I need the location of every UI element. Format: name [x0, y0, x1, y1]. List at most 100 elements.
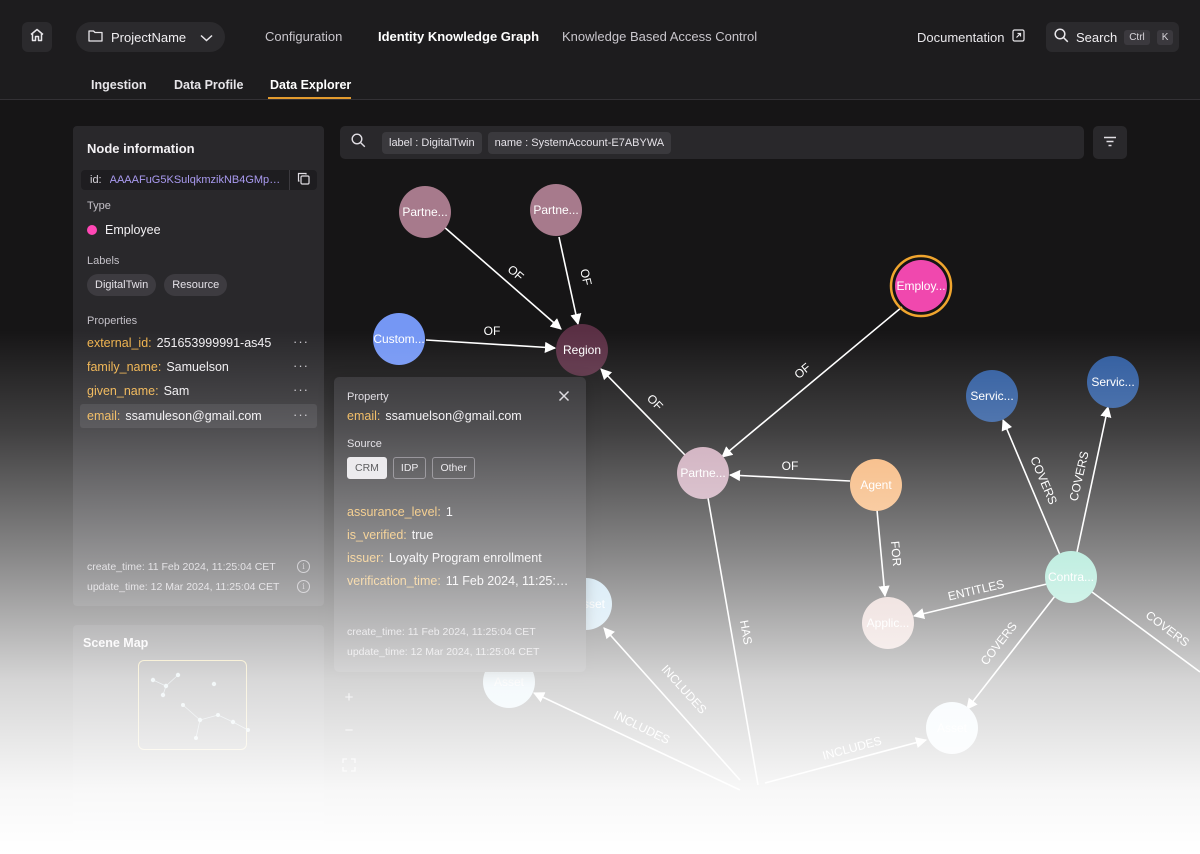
property-value: 1 [445, 505, 453, 519]
close-icon[interactable] [558, 389, 570, 405]
fit-view-button[interactable] [342, 758, 356, 777]
source-label: Source [347, 438, 382, 450]
source-property-row: assurance_level: 1 [347, 505, 575, 519]
property-row-family-name[interactable]: family_name: Samuelson ··· [80, 355, 317, 379]
source-chip-idp[interactable]: IDP [392, 457, 427, 479]
type-color-dot [87, 225, 97, 235]
svg-text:Contra...: Contra... [1048, 570, 1094, 584]
info-icon[interactable]: i [297, 580, 310, 593]
graph-node-customer[interactable]: Custom... [373, 313, 425, 365]
edge-label-includes: INCLUDES [821, 734, 883, 763]
graph-edge [876, 509, 890, 598]
filter-icon [1103, 134, 1117, 152]
edge-label-includes: INCLUDES [611, 708, 672, 747]
property-value: 251653999991-as45 [156, 336, 272, 350]
info-icon[interactable]: i [297, 560, 310, 573]
label-chip-resource[interactable]: Resource [164, 274, 228, 296]
node-id-field: id: AAAAFuG5KSulqkmzikNB4GMp4l... [81, 170, 317, 190]
graph-edge [442, 225, 562, 330]
node-type: Employee [87, 223, 161, 237]
labels-label: Labels [87, 255, 120, 267]
graph-node-application[interactable]: Applic... [862, 597, 914, 649]
search-icon [351, 132, 366, 153]
svg-text:Custom...: Custom... [373, 332, 424, 346]
popup-create-time: create_time: 11 Feb 2024, 11:25:04 CET [347, 626, 536, 638]
source-property-row: issuer: Loyalty Program enrollment [347, 551, 575, 565]
more-options-icon[interactable]: ··· [293, 407, 309, 422]
edge-label-of: OF [577, 267, 594, 286]
graph-node-region[interactable]: Region [556, 324, 608, 376]
graph-filter-bar[interactable]: label : DigitalTwin name : SystemAccount… [340, 126, 1084, 159]
property-key: external_id: [87, 336, 152, 350]
edge-label-includes: INCLUDES [658, 662, 709, 716]
more-options-icon[interactable]: ··· [293, 334, 309, 349]
edge-label-covers: COVERS [1067, 450, 1092, 503]
filter-options-button[interactable] [1093, 126, 1127, 159]
graph-node-partner[interactable]: Partne... [677, 447, 729, 499]
graph-node-partner[interactable]: Partne... [399, 186, 451, 238]
node-information-panel: Node information id: AAAAFuG5KSulqkmzikN… [73, 126, 324, 606]
more-options-icon[interactable]: ··· [293, 382, 309, 397]
property-key: given_name: [87, 384, 159, 398]
property-key: is_verified: [347, 528, 407, 542]
filter-tag-label[interactable]: label : DigitalTwin [382, 131, 482, 154]
more-options-icon[interactable]: ··· [293, 358, 309, 373]
zoom-out-button[interactable]: − [340, 722, 358, 739]
svg-text:Partne...: Partne... [680, 466, 725, 480]
svg-text:Partne...: Partne... [533, 203, 578, 217]
graph-edge [532, 692, 741, 791]
property-value: Samuelson [166, 360, 229, 374]
popup-title: Property [347, 391, 389, 403]
popup-update-time: update_time: 12 Mar 2024, 11:25:04 CET [347, 646, 540, 658]
graph-edge [425, 339, 557, 353]
edge-label-covers: COVERS [978, 619, 1020, 668]
graph-node-employee-selected[interactable]: Employ... [889, 254, 953, 318]
source-property-row: verification_time: 11 Feb 2024, 11:25:04.… [347, 574, 575, 588]
scene-map-minimap [150, 672, 250, 740]
edge-label-of: OF [792, 360, 814, 381]
label-chip-digitaltwin[interactable]: DigitalTwin [87, 274, 157, 296]
scene-map-panel: Scene Map [73, 625, 324, 845]
property-key: family_name: [87, 360, 162, 374]
edge-label-covers: COVERS [1027, 454, 1060, 506]
graph-node-agent[interactable]: Agent [850, 459, 902, 511]
edge-label-of: OF [505, 262, 527, 284]
graph-edge [600, 368, 686, 456]
graph-node-service[interactable]: Servic... [966, 370, 1018, 422]
graph-node-asset[interactable]: Asset [926, 702, 978, 754]
property-row-external-id[interactable]: external_id: 251653999991-as45 ··· [80, 331, 317, 355]
property-row-given-name[interactable]: given_name: Sam ··· [80, 379, 317, 403]
node-labels: DigitalTwin Resource [87, 274, 228, 296]
svg-text:Servic...: Servic... [970, 389, 1013, 403]
graph-node-contract[interactable]: Contra... [1045, 551, 1097, 603]
graph-edge [966, 595, 1056, 710]
source-chip-crm[interactable]: CRM [347, 457, 387, 479]
edge-label-has: HAS [737, 619, 755, 646]
property-value: 11 Feb 2024, 11:25:04... [445, 574, 575, 588]
graph-edge [558, 236, 582, 326]
source-chip-other[interactable]: Other [432, 457, 475, 479]
graph-edge [728, 469, 851, 482]
filter-tag-name[interactable]: name : SystemAccount-E7ABYWA [487, 131, 672, 154]
property-value: ssamuelson@gmail.com [385, 409, 522, 423]
panel-title: Node information [87, 141, 195, 156]
node-create-time: create_time: 11 Feb 2024, 11:25:04 CET [87, 561, 276, 573]
graph-node-service[interactable]: Servic... [1087, 356, 1139, 408]
copy-id-button[interactable] [289, 170, 317, 190]
svg-text:Applic...: Applic... [867, 616, 910, 630]
property-key: verification_time: [347, 574, 441, 588]
id-label: id: [90, 174, 102, 186]
popup-email: email: ssamuelson@gmail.com [347, 409, 522, 423]
svg-text:Asset: Asset [937, 721, 968, 735]
property-value: ssamuleson@gmail.com [125, 409, 262, 423]
graph-node-partner[interactable]: Partne... [530, 184, 582, 236]
edge-label-covers: COVERS [1143, 608, 1192, 650]
fullscreen-icon [342, 758, 356, 776]
properties-label: Properties [87, 315, 138, 327]
zoom-in-button[interactable]: + [340, 689, 358, 706]
edge-label-of: OF [484, 324, 501, 338]
property-popup: Property email: ssamuelson@gmail.com Sour… [334, 377, 586, 672]
svg-text:Asset: Asset [494, 675, 525, 689]
property-row-email[interactable]: email: ssamuleson@gmail.com ··· [80, 404, 317, 428]
property-key: email: [347, 409, 381, 423]
